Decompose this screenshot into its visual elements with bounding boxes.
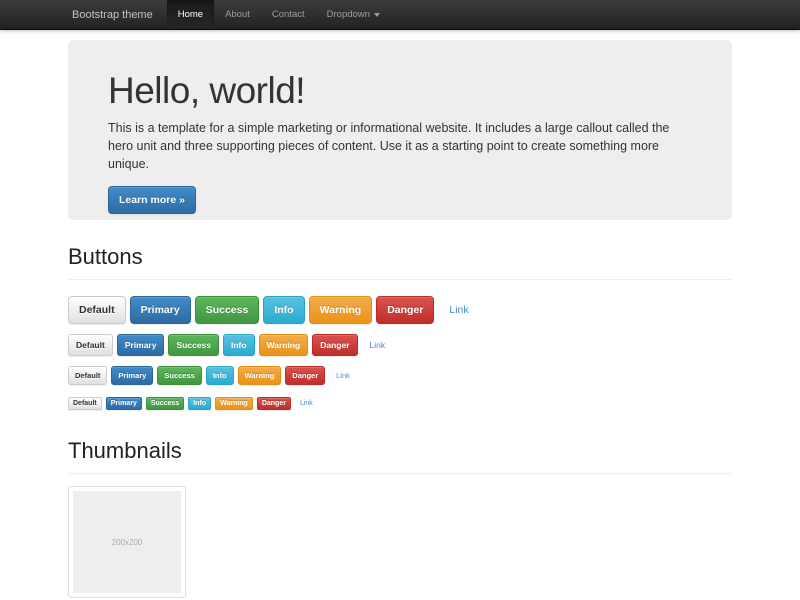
info-button-small[interactable]: Info — [206, 366, 234, 385]
warning-button-large[interactable]: Warning — [309, 296, 373, 324]
default-button-default[interactable]: Default — [68, 334, 113, 356]
placeholder-image: 200x200 — [73, 491, 181, 593]
primary-button-small[interactable]: Primary — [111, 366, 153, 385]
info-button-large[interactable]: Info — [263, 296, 304, 324]
nav-item-contact[interactable]: Contact — [261, 0, 316, 29]
success-button-large[interactable]: Success — [195, 296, 260, 324]
hero-title: Hello, world! — [108, 71, 692, 112]
button-rows: DefaultPrimarySuccessInfoWarningDangerLi… — [68, 296, 732, 413]
danger-button-small[interactable]: Danger — [285, 366, 325, 385]
caret-down-icon — [374, 13, 380, 17]
danger-button-extra-small[interactable]: Danger — [257, 397, 291, 410]
learn-more-button[interactable]: Learn more » — [108, 186, 196, 214]
button-row-large: DefaultPrimarySuccessInfoWarningDangerLi… — [68, 296, 732, 324]
danger-button-default[interactable]: Danger — [312, 334, 357, 356]
default-button-large[interactable]: Default — [68, 296, 126, 324]
button-row-extra-small: Default Primary Success Info Warning Danger Li… — [68, 395, 732, 413]
warning-button-extra-small[interactable]: Warning — [215, 397, 253, 410]
info-button-extra-small[interactable]: Info — [188, 397, 211, 410]
hero-description: This is a template for a simple marketin… — [108, 119, 692, 173]
nav-item-home[interactable]: Home — [167, 0, 214, 29]
primary-button-extra-small[interactable]: Primary — [106, 397, 142, 410]
primary-button-default[interactable]: Primary — [117, 334, 165, 356]
navbar: Bootstrap theme HomeAboutContactDropdown — [0, 0, 800, 30]
navbar-menu: HomeAboutContactDropdown — [167, 0, 391, 29]
hero-unit: Hello, world! This is a template for a s… — [68, 40, 732, 220]
page: Bootstrap theme HomeAboutContactDropdown… — [0, 0, 800, 600]
nav-item-about[interactable]: About — [214, 0, 261, 29]
link-button-small[interactable]: Link — [329, 366, 357, 385]
primary-button-large[interactable]: Primary — [130, 296, 191, 324]
thumbnails-section: Thumbnails 200x200 — [0, 438, 800, 598]
buttons-section: Buttons DefaultPrimarySuccessInfoWarning… — [0, 244, 800, 413]
link-button-large[interactable]: Link — [438, 296, 479, 324]
thumbnails-heading: Thumbnails — [68, 438, 732, 474]
warning-button-small[interactable]: Warning — [238, 366, 282, 385]
success-button-small[interactable]: Success — [157, 366, 201, 385]
info-button-default[interactable]: Info — [223, 334, 255, 356]
nav-item-dropdown[interactable]: Dropdown — [316, 0, 391, 29]
button-row-default: DefaultPrimarySuccessInfoWarningDangerLi… — [68, 334, 732, 356]
success-button-extra-small[interactable]: Success — [146, 397, 184, 410]
danger-button-large[interactable]: Danger — [376, 296, 434, 324]
default-button-extra-small[interactable]: Default — [68, 397, 102, 410]
buttons-heading: Buttons — [68, 244, 732, 280]
button-row-small: DefaultPrimarySuccess InfoWarningDangerLi… — [68, 366, 732, 385]
link-button-extra-small[interactable]: Link — [295, 397, 318, 410]
link-button-default[interactable]: Link — [362, 334, 394, 356]
thumbnail-grid: 200x200 — [68, 486, 732, 598]
default-button-small[interactable]: Default — [68, 366, 107, 385]
success-button-default[interactable]: Success — [168, 334, 219, 356]
warning-button-default[interactable]: Warning — [259, 334, 309, 356]
navbar-brand[interactable]: Bootstrap theme — [68, 0, 167, 29]
thumbnail-item[interactable]: 200x200 — [68, 486, 186, 598]
